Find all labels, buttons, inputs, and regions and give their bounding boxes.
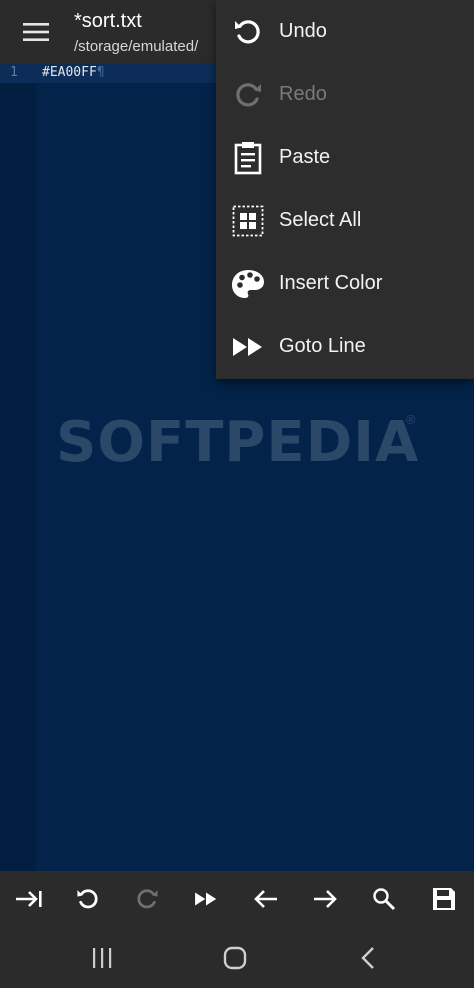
line-gutter bbox=[0, 63, 36, 871]
menu-label: Select All bbox=[279, 209, 362, 231]
palette-icon bbox=[230, 266, 266, 302]
paragraph-mark: ¶ bbox=[96, 65, 105, 80]
clipboard-icon bbox=[230, 140, 266, 176]
registered-mark: ® bbox=[406, 412, 416, 427]
watermark-logo: SOFTPEDIA bbox=[56, 410, 420, 475]
menu-item-redo[interactable]: Redo bbox=[216, 63, 474, 126]
line-text[interactable]: #EA00FF¶ bbox=[42, 65, 105, 80]
bottom-toolbar bbox=[0, 871, 474, 927]
tab-icon[interactable] bbox=[11, 881, 47, 917]
redo-icon[interactable] bbox=[129, 881, 165, 917]
file-title: *sort.txt bbox=[74, 10, 142, 32]
file-path: /storage/emulated/ bbox=[74, 38, 199, 55]
recent-apps-icon[interactable] bbox=[82, 941, 122, 975]
fast-forward-icon[interactable] bbox=[188, 881, 224, 917]
menu-label: Undo bbox=[279, 20, 327, 42]
line-content: #EA00FF bbox=[42, 65, 97, 80]
save-icon[interactable] bbox=[426, 881, 462, 917]
menu-label: Goto Line bbox=[279, 335, 366, 357]
menu-item-undo[interactable]: Undo bbox=[216, 0, 474, 63]
home-icon[interactable] bbox=[215, 941, 255, 975]
arrow-right-icon[interactable] bbox=[307, 881, 343, 917]
menu-label: Paste bbox=[279, 146, 331, 168]
system-nav-bar bbox=[0, 927, 474, 988]
menu-icon[interactable] bbox=[14, 16, 58, 48]
menu-label: Redo bbox=[279, 83, 327, 105]
menu-item-select-all[interactable]: Select All bbox=[216, 189, 474, 252]
menu-item-goto-line[interactable]: Goto Line bbox=[216, 315, 474, 378]
fast-forward-icon bbox=[230, 329, 266, 365]
redo-icon bbox=[230, 77, 266, 113]
select-all-icon bbox=[230, 203, 266, 239]
arrow-left-icon[interactable] bbox=[248, 881, 284, 917]
context-menu: Undo Redo Paste Select All Insert Color … bbox=[216, 0, 474, 379]
undo-icon[interactable] bbox=[70, 881, 106, 917]
menu-item-paste[interactable]: Paste bbox=[216, 126, 474, 189]
back-icon[interactable] bbox=[348, 941, 388, 975]
search-icon[interactable] bbox=[366, 881, 402, 917]
menu-item-insert-color[interactable]: Insert Color bbox=[216, 252, 474, 315]
undo-icon bbox=[230, 14, 266, 50]
line-number: 1 bbox=[10, 65, 18, 80]
menu-label: Insert Color bbox=[279, 272, 383, 294]
